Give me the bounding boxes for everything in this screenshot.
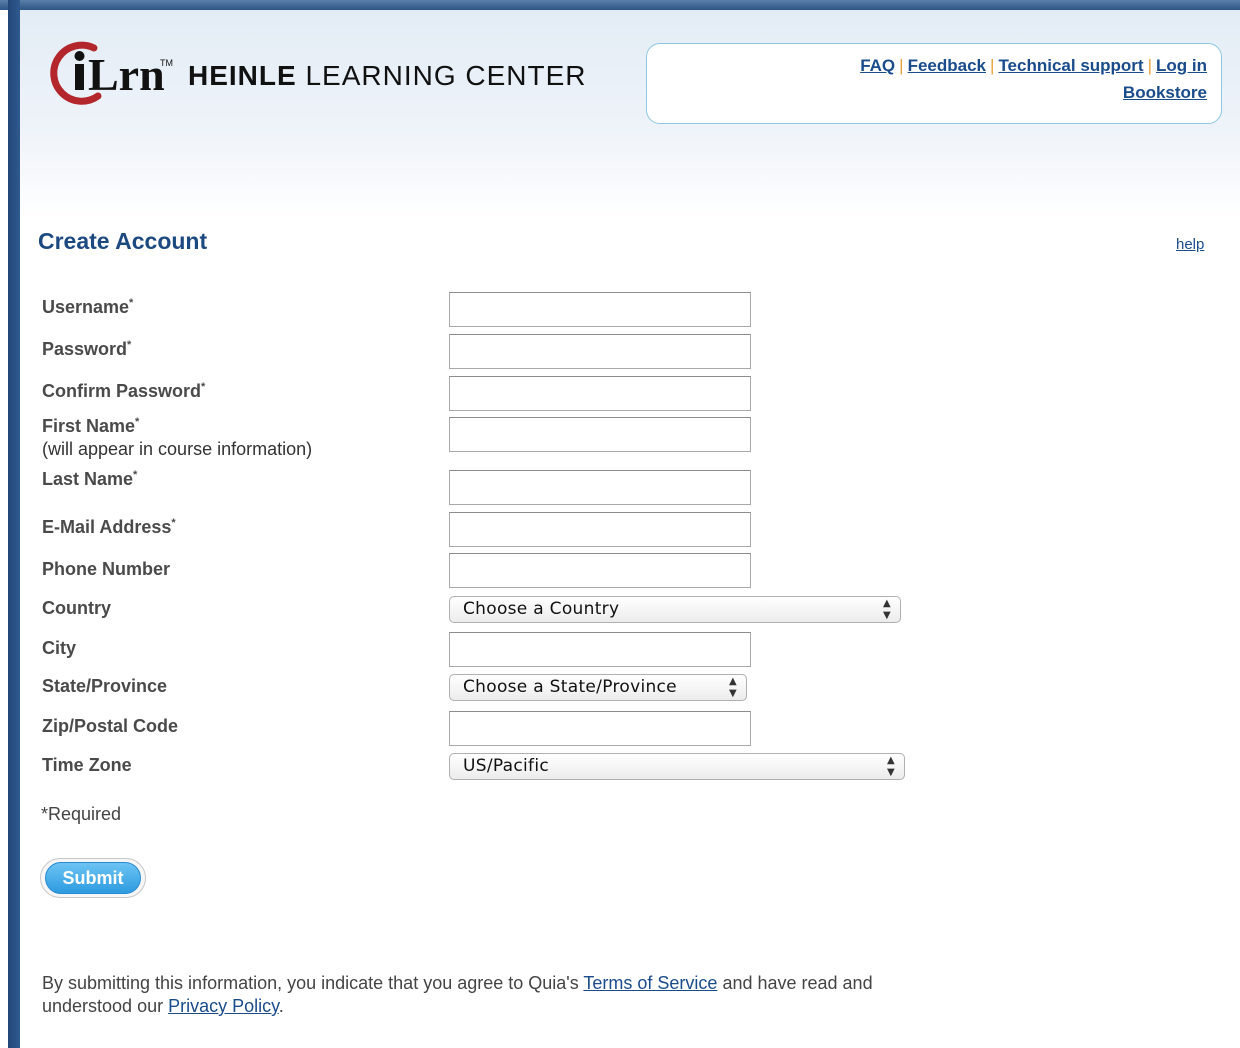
page-title: Create Account bbox=[38, 228, 208, 254]
required-note: *Required bbox=[41, 804, 122, 824]
first-name-input[interactable] bbox=[449, 417, 751, 452]
zip-label: Zip/Postal Code bbox=[42, 716, 179, 736]
state-select[interactable]: Choose a State/Province ▲ ▼ bbox=[449, 674, 747, 701]
email-label-text: E-Mail Address bbox=[42, 517, 172, 537]
nav-links: FAQ | Feedback | Technical support | Log in Bo… bbox=[860, 52, 1207, 106]
password-input[interactable] bbox=[449, 334, 751, 369]
last-name-label-text: Last Name bbox=[42, 469, 134, 489]
username-input[interactable] bbox=[449, 292, 751, 327]
agree-prefix: By submitting this information, you indi… bbox=[42, 973, 584, 993]
select-arrows-icon: ▲ ▼ bbox=[729, 675, 737, 699]
timezone-select[interactable]: US/Pacific ▲ ▼ bbox=[449, 753, 905, 780]
ilrn-logo-icon: Lrn TM bbox=[50, 41, 173, 105]
phone-input[interactable] bbox=[449, 553, 751, 588]
confirm-password-input[interactable] bbox=[449, 376, 751, 411]
last-name-input[interactable] bbox=[449, 470, 751, 505]
first-name-label: First Name* bbox=[42, 416, 139, 437]
country-select[interactable]: Choose a Country ▲ ▼ bbox=[449, 596, 901, 623]
left-border bbox=[8, 0, 20, 1048]
city-label: City bbox=[42, 638, 77, 658]
svg-text:TM: TM bbox=[160, 58, 173, 68]
login-link[interactable]: Log in bbox=[1156, 56, 1207, 75]
first-name-label-text: First Name bbox=[42, 416, 136, 436]
country-select-value: Choose a Country bbox=[463, 599, 620, 619]
nav-separator: | bbox=[990, 56, 995, 75]
submit-button-frame: Submit bbox=[40, 858, 146, 898]
phone-label: Phone Number bbox=[42, 559, 171, 579]
last-name-label: Last Name* bbox=[42, 469, 137, 490]
password-label-text: Password bbox=[42, 339, 128, 359]
username-label: Username* bbox=[42, 297, 133, 318]
city-input[interactable] bbox=[449, 632, 751, 667]
brand-name: HEINLE LEARNING CENTER bbox=[188, 60, 587, 92]
submit-button[interactable]: Submit bbox=[45, 862, 141, 894]
email-label: E-Mail Address* bbox=[42, 517, 176, 538]
bookstore-link[interactable]: Bookstore bbox=[1123, 83, 1207, 102]
country-label: Country bbox=[42, 598, 111, 618]
required-marker: * bbox=[129, 297, 134, 309]
feedback-link[interactable]: Feedback bbox=[908, 56, 986, 75]
brand-bold: HEINLE bbox=[188, 60, 297, 91]
username-label-text: Username bbox=[42, 297, 130, 317]
required-marker: * bbox=[171, 517, 176, 529]
faq-link[interactable]: FAQ bbox=[860, 56, 895, 75]
site-logo[interactable]: Lrn TM HEINLE LEARNING CENTER bbox=[46, 38, 587, 108]
select-arrows-icon: ▲ ▼ bbox=[887, 754, 895, 778]
privacy-policy-link[interactable]: Privacy Policy bbox=[168, 996, 279, 1016]
nav-separator: | bbox=[899, 56, 904, 75]
zip-input[interactable] bbox=[449, 711, 751, 746]
brand-rest: LEARNING CENTER bbox=[296, 60, 587, 91]
terms-agreement-text: By submitting this information, you indi… bbox=[42, 972, 922, 1018]
svg-text:Lrn: Lrn bbox=[88, 49, 165, 100]
nav-separator: | bbox=[1147, 56, 1153, 75]
email-input[interactable] bbox=[449, 512, 751, 547]
agree-suffix: . bbox=[278, 996, 284, 1016]
first-name-note: (will appear in course information) bbox=[42, 439, 313, 459]
nav-row-1: FAQ | Feedback | Technical support | Log in bbox=[860, 52, 1207, 79]
required-marker: * bbox=[201, 381, 206, 393]
technical-support-link[interactable]: Technical support bbox=[998, 56, 1143, 75]
terms-of-service-link[interactable]: Terms of Service bbox=[583, 973, 717, 993]
password-label: Password* bbox=[42, 339, 131, 360]
top-nav: FAQ | Feedback | Technical support | Log in Bo… bbox=[646, 43, 1222, 124]
required-marker: * bbox=[127, 339, 132, 351]
select-arrows-icon: ▲ ▼ bbox=[883, 597, 891, 621]
nav-row-2: Bookstore bbox=[860, 79, 1207, 106]
required-marker: * bbox=[133, 469, 138, 481]
timezone-select-value: US/Pacific bbox=[463, 756, 549, 776]
top-border bbox=[0, 0, 1240, 10]
help-link[interactable]: help bbox=[1176, 236, 1204, 253]
timezone-label: Time Zone bbox=[42, 755, 132, 775]
state-select-value: Choose a State/Province bbox=[463, 677, 677, 697]
confirm-password-label: Confirm Password* bbox=[42, 381, 205, 402]
required-marker: * bbox=[135, 416, 140, 428]
confirm-password-label-text: Confirm Password bbox=[42, 381, 202, 401]
state-label: State/Province bbox=[42, 676, 168, 696]
